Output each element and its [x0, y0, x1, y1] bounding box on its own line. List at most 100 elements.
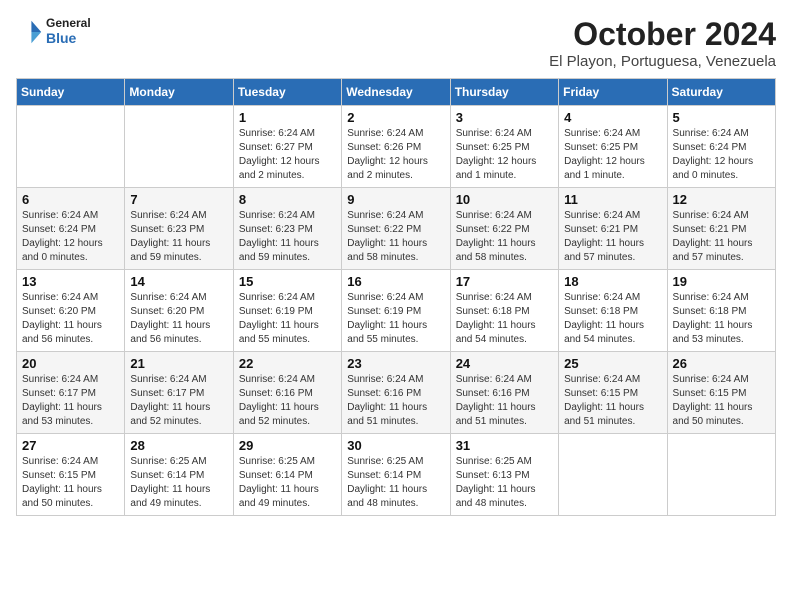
calendar-cell: 21Sunrise: 6:24 AMSunset: 6:17 PMDayligh…: [125, 352, 233, 434]
title-block: October 2024 El Playon, Portuguesa, Vene…: [549, 16, 776, 70]
calendar-cell: [667, 434, 775, 516]
day-number: 22: [239, 356, 336, 371]
day-number: 2: [347, 110, 444, 125]
calendar-cell: 16Sunrise: 6:24 AMSunset: 6:19 PMDayligh…: [342, 270, 450, 352]
calendar-header-row: SundayMondayTuesdayWednesdayThursdayFrid…: [17, 79, 776, 106]
day-info: Sunrise: 6:25 AMSunset: 6:14 PMDaylight:…: [239, 455, 336, 511]
day-number: 6: [22, 192, 119, 207]
calendar-cell: 29 Sunrise: 6:25 AMSunset: 6:14 PMDayligh…: [233, 434, 341, 516]
day-number: 25: [564, 356, 661, 371]
day-number: 17: [456, 274, 553, 289]
calendar-week-row: 6 Sunrise: 6:24 AMSunset: 6:24 PMDaylight…: [17, 188, 776, 270]
calendar-cell: 18 Sunrise: 6:24 AMSunset: 6:18 PMDayligh…: [559, 270, 667, 352]
calendar-week-row: 1 Sunrise: 6:24 AMSunset: 6:27 PMDaylight…: [17, 106, 776, 188]
day-number: 7: [130, 192, 227, 207]
day-number: 11: [564, 192, 661, 207]
day-info: Sunrise: 6:24 AMSunset: 6:23 PMDaylight:…: [239, 209, 336, 265]
day-number: 12: [673, 192, 770, 207]
calendar-cell: 17Sunrise: 6:24 AMSunset: 6:18 PMDayligh…: [450, 270, 558, 352]
logo-icon: [16, 18, 44, 46]
day-info: Sunrise: 6:24 AMSunset: 6:20 PMDaylight:…: [22, 291, 119, 347]
day-info: Sunrise: 6:24 AMSunset: 6:27 PMDaylight:…: [239, 127, 336, 183]
day-info: Sunrise: 6:25 AMSunset: 6:13 PMDaylight:…: [456, 455, 553, 511]
day-number: 14: [130, 274, 227, 289]
day-info: Sunrise: 6:24 AMSunset: 6:20 PMDaylight:…: [130, 291, 227, 347]
calendar-cell: 20 Sunrise: 6:24 AMSunset: 6:17 PMDayligh…: [17, 352, 125, 434]
calendar-cell: 26 Sunrise: 6:24 AMSunset: 6:15 PMDayligh…: [667, 352, 775, 434]
day-info: Sunrise: 6:24 AMSunset: 6:18 PMDaylight:…: [564, 291, 661, 347]
logo: General Blue: [16, 16, 91, 47]
day-info: Sunrise: 6:24 AMSunset: 6:25 PMDaylight:…: [564, 127, 661, 183]
calendar-cell: 14 Sunrise: 6:24 AMSunset: 6:20 PMDayligh…: [125, 270, 233, 352]
calendar-cell: 3 Sunrise: 6:24 AMSunset: 6:25 PMDaylight…: [450, 106, 558, 188]
day-number: 20: [22, 356, 119, 371]
day-number: 30: [347, 438, 444, 453]
header-cell-sunday: Sunday: [17, 79, 125, 106]
calendar-cell: 31 Sunrise: 6:25 AMSunset: 6:13 PMDayligh…: [450, 434, 558, 516]
day-number: 19: [673, 274, 770, 289]
calendar-cell: 4Sunrise: 6:24 AMSunset: 6:25 PMDaylight…: [559, 106, 667, 188]
day-number: 13: [22, 274, 119, 289]
day-info: Sunrise: 6:24 AMSunset: 6:25 PMDaylight:…: [456, 127, 553, 183]
day-number: 27: [22, 438, 119, 453]
day-info: Sunrise: 6:24 AMSunset: 6:16 PMDaylight:…: [347, 373, 444, 429]
day-number: 10: [456, 192, 553, 207]
day-info: Sunrise: 6:24 AMSunset: 6:15 PMDaylight:…: [564, 373, 661, 429]
calendar-week-row: 13 Sunrise: 6:24 AMSunset: 6:20 PMDayligh…: [17, 270, 776, 352]
calendar-cell: 8Sunrise: 6:24 AMSunset: 6:23 PMDaylight…: [233, 188, 341, 270]
day-info: Sunrise: 6:24 AMSunset: 6:22 PMDaylight:…: [456, 209, 553, 265]
day-info: Sunrise: 6:25 AMSunset: 6:14 PMDaylight:…: [130, 455, 227, 511]
day-number: 5: [673, 110, 770, 125]
calendar-cell: 11 Sunrise: 6:24 AMSunset: 6:21 PMDayligh…: [559, 188, 667, 270]
day-info: Sunrise: 6:24 AMSunset: 6:17 PMDaylight:…: [22, 373, 119, 429]
calendar-cell: 23 Sunrise: 6:24 AMSunset: 6:16 PMDayligh…: [342, 352, 450, 434]
calendar-cell: 30 Sunrise: 6:25 AMSunset: 6:14 PMDayligh…: [342, 434, 450, 516]
day-info: Sunrise: 6:24 AMSunset: 6:15 PMDaylight:…: [673, 373, 770, 429]
header-cell-tuesday: Tuesday: [233, 79, 341, 106]
day-info: Sunrise: 6:24 AMSunset: 6:26 PMDaylight:…: [347, 127, 444, 183]
day-info: Sunrise: 6:24 AMSunset: 6:24 PMDaylight:…: [673, 127, 770, 183]
day-number: 15: [239, 274, 336, 289]
header-cell-thursday: Thursday: [450, 79, 558, 106]
header-cell-saturday: Saturday: [667, 79, 775, 106]
calendar-table: SundayMondayTuesdayWednesdayThursdayFrid…: [16, 78, 776, 516]
header-cell-monday: Monday: [125, 79, 233, 106]
day-info: Sunrise: 6:24 AMSunset: 6:23 PMDaylight:…: [130, 209, 227, 265]
logo-text: General Blue: [46, 16, 91, 47]
day-number: 3: [456, 110, 553, 125]
day-info: Sunrise: 6:24 AMSunset: 6:19 PMDaylight:…: [347, 291, 444, 347]
calendar-cell: 2 Sunrise: 6:24 AMSunset: 6:26 PMDaylight…: [342, 106, 450, 188]
day-info: Sunrise: 6:25 AMSunset: 6:14 PMDaylight:…: [347, 455, 444, 511]
day-info: Sunrise: 6:24 AMSunset: 6:18 PMDaylight:…: [673, 291, 770, 347]
calendar-cell: 25 Sunrise: 6:24 AMSunset: 6:15 PMDayligh…: [559, 352, 667, 434]
day-number: 24: [456, 356, 553, 371]
day-number: 26: [673, 356, 770, 371]
day-number: 21: [130, 356, 227, 371]
calendar-cell: 6 Sunrise: 6:24 AMSunset: 6:24 PMDaylight…: [17, 188, 125, 270]
calendar-cell: [17, 106, 125, 188]
day-info: Sunrise: 6:24 AMSunset: 6:24 PMDaylight:…: [22, 209, 119, 265]
calendar-cell: 7 Sunrise: 6:24 AMSunset: 6:23 PMDaylight…: [125, 188, 233, 270]
header-cell-friday: Friday: [559, 79, 667, 106]
header-cell-wednesday: Wednesday: [342, 79, 450, 106]
calendar-cell: 10 Sunrise: 6:24 AMSunset: 6:22 PMDayligh…: [450, 188, 558, 270]
day-number: 23: [347, 356, 444, 371]
calendar-title: October 2024: [549, 16, 776, 53]
calendar-cell: 9Sunrise: 6:24 AMSunset: 6:22 PMDaylight…: [342, 188, 450, 270]
calendar-cell: [559, 434, 667, 516]
page-header: General Blue October 2024 El Playon, Por…: [16, 16, 776, 70]
calendar-cell: 12Sunrise: 6:24 AMSunset: 6:21 PMDayligh…: [667, 188, 775, 270]
day-number: 29: [239, 438, 336, 453]
calendar-cell: [125, 106, 233, 188]
day-info: Sunrise: 6:24 AMSunset: 6:21 PMDaylight:…: [564, 209, 661, 265]
day-number: 31: [456, 438, 553, 453]
day-info: Sunrise: 6:24 AMSunset: 6:16 PMDaylight:…: [239, 373, 336, 429]
day-number: 18: [564, 274, 661, 289]
day-info: Sunrise: 6:24 AMSunset: 6:22 PMDaylight:…: [347, 209, 444, 265]
day-number: 1: [239, 110, 336, 125]
day-info: Sunrise: 6:24 AMSunset: 6:16 PMDaylight:…: [456, 373, 553, 429]
calendar-cell: 5 Sunrise: 6:24 AMSunset: 6:24 PMDaylight…: [667, 106, 775, 188]
calendar-cell: 24 Sunrise: 6:24 AMSunset: 6:16 PMDayligh…: [450, 352, 558, 434]
calendar-cell: 27Sunrise: 6:24 AMSunset: 6:15 PMDayligh…: [17, 434, 125, 516]
calendar-cell: 1 Sunrise: 6:24 AMSunset: 6:27 PMDaylight…: [233, 106, 341, 188]
